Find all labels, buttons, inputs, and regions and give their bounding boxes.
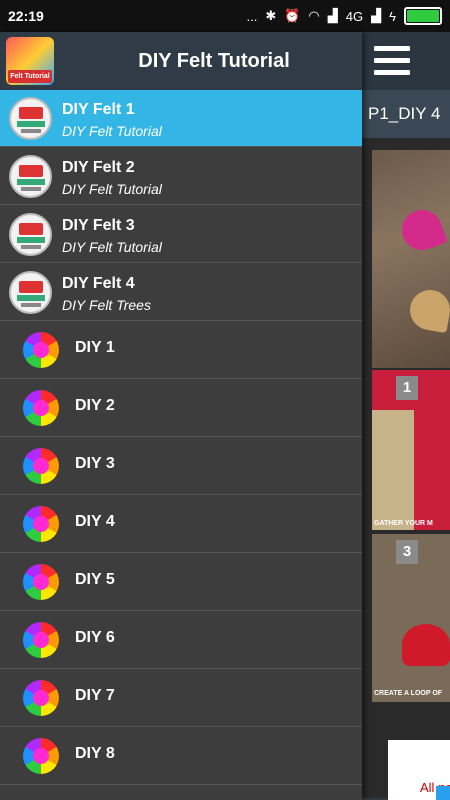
color-wheel-icon xyxy=(23,738,59,774)
signal-icon: ▟ xyxy=(327,8,338,23)
nav-item-diy-4[interactable]: DIY 4 xyxy=(0,496,362,553)
nav-item-diy-1[interactable]: DIY 1 xyxy=(0,322,362,379)
nav-item-subtitle: DIY Felt Tutorial xyxy=(62,123,162,139)
ad-info-icon[interactable] xyxy=(436,786,450,800)
nav-item-subtitle: DIY Felt Trees xyxy=(62,297,151,313)
nav-item-title: DIY 7 xyxy=(75,687,115,704)
background-app: P1_DIY 4 1 GATHER YOUR M 3 CREATE A LOOP… xyxy=(362,32,450,800)
color-wheel-icon xyxy=(23,448,59,484)
step-1-badge: 1 xyxy=(396,376,418,400)
charging-icon: ϟ xyxy=(389,8,396,24)
nav-item-title: DIY Felt 4 xyxy=(62,275,135,292)
app-logo-label: Felt Tutorial xyxy=(8,70,52,83)
step-1-caption: GATHER YOUR M xyxy=(374,520,433,527)
ad-banner[interactable]: All ne xyxy=(388,740,450,800)
bluetooth-icon: ✱ xyxy=(265,8,277,23)
background-content: 1 GATHER YOUR M 3 CREATE A LOOP OF xyxy=(362,138,450,798)
menu-icon[interactable] xyxy=(374,46,410,76)
nav-item-diy-felt-4[interactable]: DIY Felt 4 DIY Felt Trees xyxy=(0,264,362,321)
nav-item-diy-felt-2[interactable]: DIY Felt 2 DIY Felt Tutorial xyxy=(0,148,362,205)
felt-thumbnail-icon xyxy=(9,271,52,314)
background-header xyxy=(362,32,450,90)
status-bar: 22:19 ... ✱ ⏰ ◠ ▟ 4G ▟ ϟ xyxy=(0,0,450,32)
navigation-drawer: Felt Tutorial DIY Felt Tutorial DIY Felt… xyxy=(0,32,362,800)
felt-hearts-image xyxy=(372,150,450,368)
status-time: 22:19 xyxy=(8,8,44,24)
nav-item-title: DIY 8 xyxy=(75,745,115,762)
felt-thumbnail-icon xyxy=(9,213,52,256)
step-3-image: 3 CREATE A LOOP OF xyxy=(372,534,450,702)
nav-item-diy-2[interactable]: DIY 2 xyxy=(0,380,362,437)
status-icons: ... ✱ ⏰ ◠ ▟ 4G ▟ ϟ xyxy=(246,7,442,25)
nav-item-diy-5[interactable]: DIY 5 xyxy=(0,554,362,611)
nav-item-diy-6[interactable]: DIY 6 xyxy=(0,612,362,669)
color-wheel-icon xyxy=(23,622,59,658)
signal-icon-2: ▟ xyxy=(371,8,382,23)
color-wheel-icon xyxy=(23,680,59,716)
nav-item-title: DIY 4 xyxy=(75,513,115,530)
nav-item-diy-felt-3[interactable]: DIY Felt 3 DIY Felt Tutorial xyxy=(0,206,362,263)
nav-item-title: DIY 5 xyxy=(75,571,115,588)
tab-current[interactable]: P1_DIY 4 xyxy=(362,90,450,138)
nav-item-diy-felt-1[interactable]: DIY Felt 1 DIY Felt Tutorial xyxy=(0,90,362,147)
color-wheel-icon xyxy=(23,332,59,368)
nav-item-subtitle: DIY Felt Tutorial xyxy=(62,181,162,197)
nav-item-title: DIY Felt 1 xyxy=(62,101,135,118)
step-3-badge: 3 xyxy=(396,540,418,564)
more-dots-icon: ... xyxy=(246,8,258,24)
nav-item-subtitle: DIY Felt Tutorial xyxy=(62,239,162,255)
pink-heart xyxy=(396,204,448,256)
app-logo: Felt Tutorial xyxy=(6,37,54,85)
nav-item-diy-7[interactable]: DIY 7 xyxy=(0,670,362,727)
nav-item-diy-8[interactable]: DIY 8 xyxy=(0,728,362,785)
felt-thumbnail-icon xyxy=(9,97,52,140)
drawer-header: Felt Tutorial DIY Felt Tutorial xyxy=(0,32,362,90)
nav-item-title: DIY 6 xyxy=(75,629,115,646)
drawer-title: DIY Felt Tutorial xyxy=(138,50,290,72)
felt-thumbnail-icon xyxy=(9,155,52,198)
step-3-caption: CREATE A LOOP OF xyxy=(374,690,443,697)
color-wheel-icon xyxy=(23,390,59,426)
nav-item-title: DIY 2 xyxy=(75,397,115,414)
nav-item-title: DIY 3 xyxy=(75,455,115,472)
alarm-off-icon: ⏰ xyxy=(284,8,301,23)
battery-icon xyxy=(404,7,442,25)
gold-heart xyxy=(406,286,450,334)
nav-item-title: DIY Felt 2 xyxy=(62,159,135,176)
color-wheel-icon xyxy=(23,564,59,600)
network-type: 4G xyxy=(345,8,364,24)
color-wheel-icon xyxy=(23,506,59,542)
nav-item-diy-3[interactable]: DIY 3 xyxy=(0,438,362,495)
nav-item-title: DIY 1 xyxy=(75,339,115,356)
wifi-icon: ◠ xyxy=(308,8,320,23)
nav-item-title: DIY Felt 3 xyxy=(62,217,135,234)
step-1-image: 1 GATHER YOUR M xyxy=(372,370,450,530)
